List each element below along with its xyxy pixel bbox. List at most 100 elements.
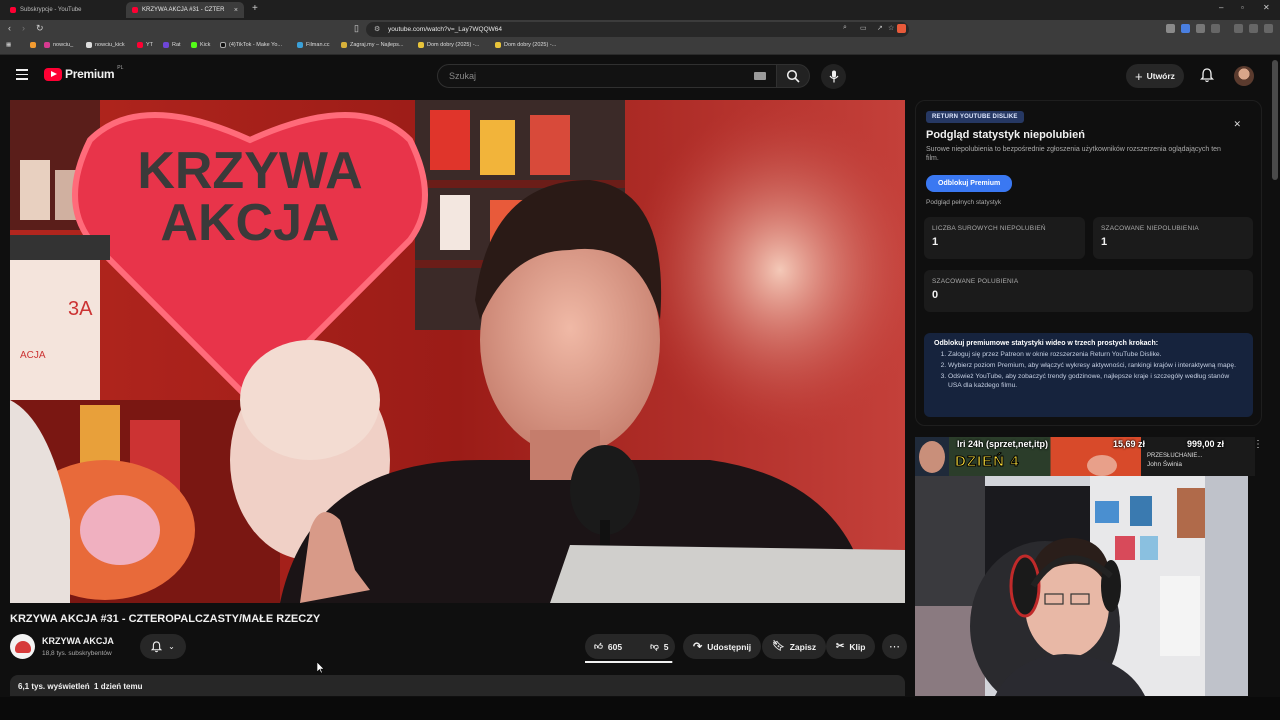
- step-item: Odśwież YouTube, aby zobaczyć trendy god…: [948, 373, 1243, 389]
- page-scrollbar[interactable]: [1272, 60, 1278, 180]
- sign-text-line2: AKCJA: [160, 194, 339, 252]
- ryd-subtitle: Surowe niepolubienia to bezpośrednie zgł…: [926, 146, 1221, 162]
- video-frame: KRZYWA AKCJA 3A ACJA: [10, 100, 905, 603]
- address-bar[interactable]: ⚙ youtube.com/watch?v=_Lay7WQQW64: [366, 22, 909, 37]
- thumbs-down-icon: 👎︎: [650, 641, 659, 651]
- step-item: Wybierz poziom Premium, aby włączyć wykr…: [948, 362, 1243, 370]
- stat-card-raw-dislikes: LICZBA SUROWYCH NIEPOLUBIEŃ 1: [924, 217, 1085, 259]
- mouse-cursor-icon: [317, 662, 325, 674]
- ryd-title: Podgląd statystyk niepolubień: [926, 129, 1085, 141]
- sidebar-icon[interactable]: [1211, 24, 1220, 33]
- bookmark-item[interactable]: Kick: [191, 42, 210, 48]
- extension-icon[interactable]: [1166, 24, 1175, 33]
- bookmark-item[interactable]: Dom dobry (2025) -...: [495, 42, 556, 48]
- hamburger-menu-icon[interactable]: [16, 69, 28, 81]
- search-button[interactable]: [776, 64, 810, 88]
- url-text: youtube.com/watch?v=_Lay7WQQW64: [388, 26, 502, 33]
- bookmark-item[interactable]: Rat: [163, 42, 181, 48]
- bookmark-icon: 🔖︎: [772, 641, 785, 652]
- description-box[interactable]: 6,1 tys. wyświetleń 1 dzień temu: [10, 675, 905, 696]
- webcam-frame: [915, 476, 1248, 696]
- bookmark-item[interactable]: Dom dobry (2025) -...: [418, 42, 479, 48]
- sign-text-line1: KRZYWA: [137, 142, 362, 200]
- like-ratio-fill: [585, 661, 673, 663]
- ryd-badge: RETURN YOUTUBE DISLIKE: [926, 111, 1024, 123]
- close-icon[interactable]: ✕: [1233, 119, 1241, 130]
- keyboard-icon[interactable]: [754, 72, 766, 80]
- bookmark-item[interactable]: Filman.cc: [297, 42, 330, 48]
- star-icon[interactable]: ☆: [888, 24, 894, 32]
- search-input[interactable]: Szukaj: [437, 64, 777, 88]
- bookmark-item[interactable]: nowciu_kick: [86, 42, 125, 48]
- youtube-favicon-icon: [10, 7, 16, 13]
- restore-icon[interactable]: ▫: [1241, 3, 1244, 12]
- bookmark-item[interactable]: Zagraj.my – Najleps...: [341, 42, 404, 48]
- save-button[interactable]: 🔖︎ Zapisz: [762, 634, 827, 659]
- subscription-notifications-button[interactable]: ⌄: [140, 634, 186, 659]
- extensions-puzzle-icon[interactable]: [1196, 24, 1205, 33]
- clip-button[interactable]: ✂ Klip: [826, 634, 876, 659]
- bookmark-page-icon[interactable]: ▯: [354, 23, 359, 34]
- brave-shield-icon[interactable]: [897, 24, 906, 33]
- vpn-icon[interactable]: [1249, 24, 1258, 33]
- browser-toolbar: ‹ › ↻ ▯ ⚙ youtube.com/watch?v=_Lay7WQQW6…: [0, 20, 1280, 39]
- youtube-favicon-icon: [132, 7, 138, 13]
- notifications-bell-icon[interactable]: [1199, 68, 1215, 88]
- donation-current: 15,69 zł: [1113, 439, 1146, 449]
- search-icon: [786, 69, 800, 83]
- extension-icon[interactable]: [1181, 24, 1190, 33]
- reload-icon[interactable]: ↻: [36, 23, 44, 34]
- channel-avatar[interactable]: [10, 634, 35, 659]
- bookmark-item[interactable]: YT: [137, 42, 153, 48]
- youtube-masthead: Premium PL Szukaj + Utwórz: [0, 56, 1280, 96]
- bookmark-item[interactable]: (4)TikTok - Make Yo...: [220, 42, 282, 48]
- recommended-title: PRZESŁUCHANIE...: [1147, 453, 1203, 459]
- create-button[interactable]: + Utwórz: [1126, 64, 1184, 88]
- stat-card-estimated-likes: SZACOWANE POLUBIENIA 0: [924, 270, 1253, 312]
- bookmark-item[interactable]: nowciu_: [44, 42, 73, 48]
- minimize-icon[interactable]: –: [1219, 3, 1223, 12]
- chevron-down-icon: ⌄: [168, 642, 175, 651]
- upload-date: 1 dzień temu: [94, 682, 143, 691]
- steps-list: Zaloguj się przez Patreon w oknie rozsze…: [934, 351, 1243, 390]
- recommended-channel: John Świnia: [1147, 461, 1183, 468]
- close-tab-icon[interactable]: ×: [234, 7, 238, 14]
- site-info-icon[interactable]: ⚙: [374, 25, 380, 33]
- media-control-icon[interactable]: [1234, 24, 1243, 33]
- zoom-icon[interactable]: ⌕: [843, 24, 847, 32]
- video-title: KRZYWA AKCJA #31 - CZTEROPALCZASTY/MAŁE …: [10, 613, 321, 625]
- unlock-premium-button[interactable]: Odblokuj Premium: [926, 175, 1013, 192]
- account-avatar[interactable]: [1234, 66, 1254, 86]
- apps-grid-icon[interactable]: ▦: [6, 42, 11, 48]
- like-dislike-group: 👍︎ 605 👎︎ 5: [585, 634, 675, 659]
- scissors-icon: ✂: [836, 641, 845, 652]
- more-actions-button[interactable]: ⋯: [882, 634, 907, 659]
- new-tab-icon[interactable]: +: [252, 3, 258, 14]
- full-stats-link[interactable]: Podgląd pełnych statystyk: [926, 199, 1001, 206]
- share-page-icon[interactable]: ↗: [877, 24, 883, 32]
- menu-icon[interactable]: [1264, 24, 1273, 33]
- youtube-premium-logo[interactable]: Premium PL: [44, 65, 123, 81]
- bell-icon: [151, 640, 163, 652]
- share-button[interactable]: ↷ Udostępnij: [683, 634, 762, 659]
- tab-subscriptions[interactable]: Subskrypcje - YouTube: [4, 2, 122, 18]
- close-window-icon[interactable]: ✕: [1263, 3, 1270, 12]
- like-ratio-bar: [585, 661, 673, 663]
- tab-current-video[interactable]: KRZYWA AKCJA #31 - CZTER ×: [126, 2, 244, 18]
- back-icon[interactable]: ‹: [8, 23, 11, 33]
- channel-name[interactable]: KRZYWA AKCJA: [42, 636, 114, 646]
- bottom-bar: [0, 697, 1280, 720]
- voice-search-button[interactable]: [821, 64, 846, 89]
- plus-icon: +: [1135, 68, 1143, 84]
- like-button[interactable]: 👍︎ 605: [585, 634, 631, 659]
- view-count: 6,1 tys. wyświetleń: [18, 682, 90, 691]
- premium-info-box: Odblokuj premiumowe statystyki wideo w t…: [924, 333, 1253, 417]
- tab-title: KRZYWA AKCJA #31 - CZTER: [142, 7, 225, 13]
- bookmark-item[interactable]: [30, 42, 36, 48]
- dislike-button[interactable]: 👎︎ 5: [641, 634, 675, 659]
- more-vertical-icon[interactable]: ⋮: [1253, 439, 1263, 450]
- forward-icon[interactable]: ›: [22, 23, 25, 33]
- recommended-video-overlay[interactable]: DZIEŃ 4 Iri 24h (sprzet,net,itp) 15,69 z…: [915, 437, 1255, 476]
- video-player[interactable]: KRZYWA AKCJA 3A ACJA: [10, 100, 905, 603]
- cast-icon[interactable]: ▭: [860, 24, 867, 32]
